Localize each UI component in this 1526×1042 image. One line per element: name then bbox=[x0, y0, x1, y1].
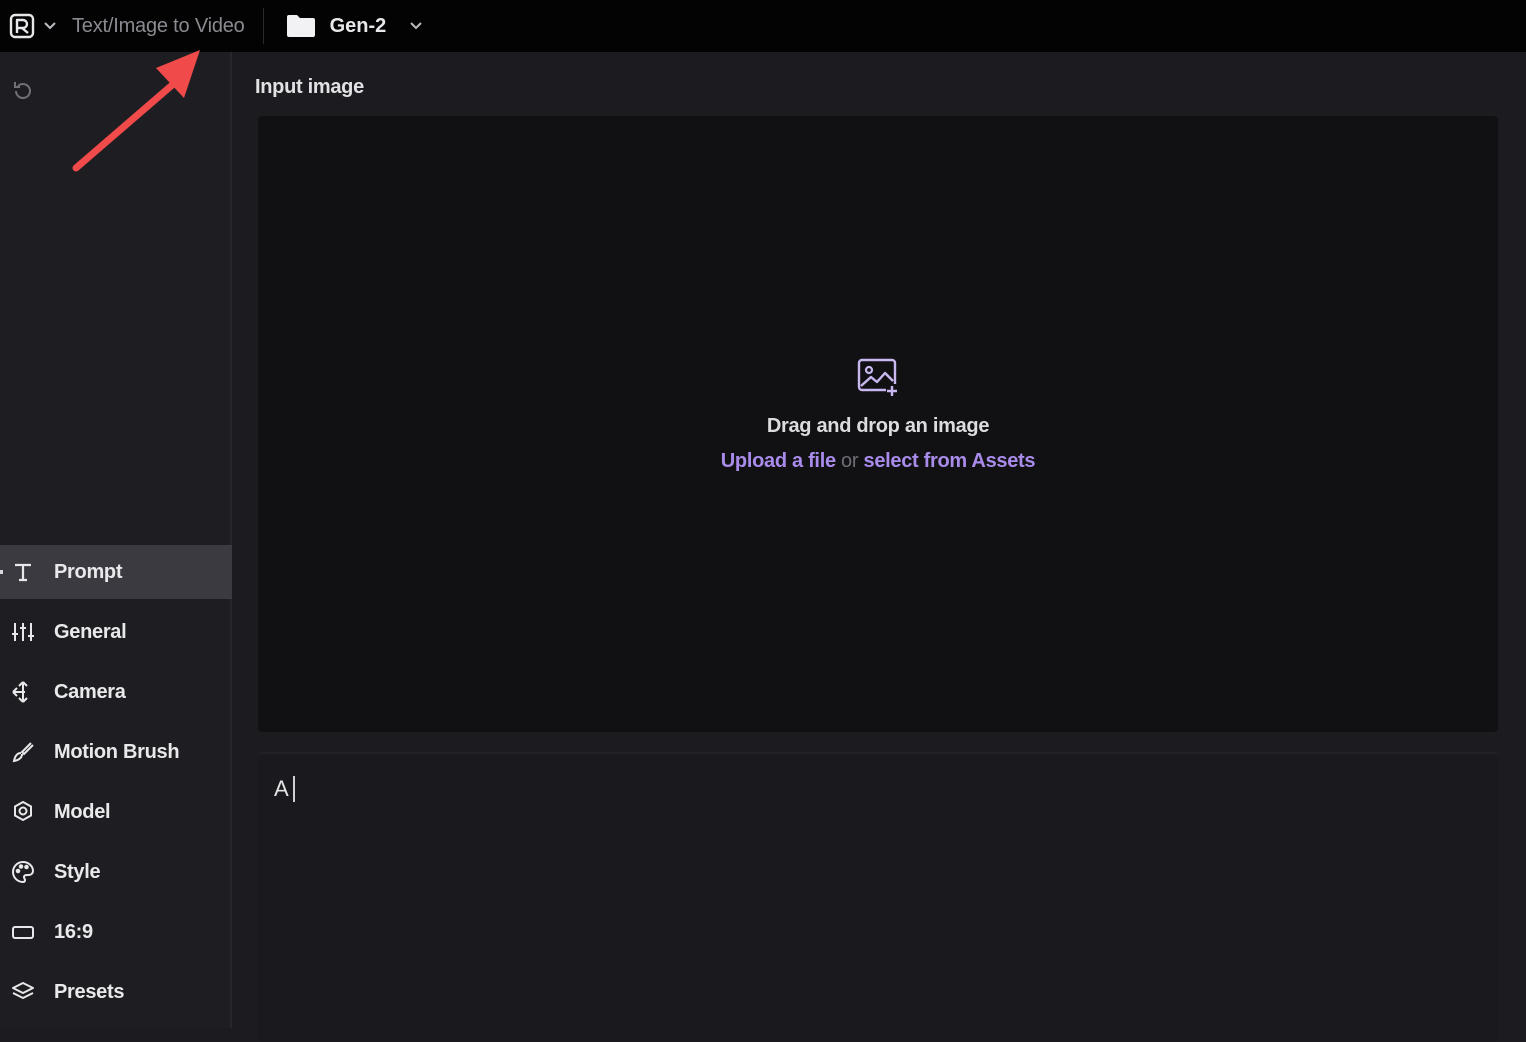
sliders-icon bbox=[10, 619, 36, 645]
folder-icon bbox=[286, 14, 316, 38]
text-caret bbox=[292, 776, 295, 802]
divider bbox=[262, 8, 264, 44]
text-icon bbox=[10, 559, 36, 585]
upload-file-link[interactable]: Upload a file bbox=[721, 450, 836, 472]
settings-nav: Prompt General Camera Motion Brush Model… bbox=[0, 545, 232, 1025]
runway-logo-icon bbox=[8, 12, 36, 40]
select-from-assets-link[interactable]: select from Assets bbox=[864, 450, 1036, 472]
sidebar-item-motion-brush[interactable]: Motion Brush bbox=[0, 725, 232, 779]
sidebar-item-general[interactable]: General bbox=[0, 605, 232, 659]
aspect-ratio-icon bbox=[10, 919, 36, 945]
sidebar: Prompt General Camera Motion Brush Model… bbox=[0, 52, 232, 1028]
image-dropzone[interactable]: Drag and drop an image Upload a file or … bbox=[258, 116, 1498, 732]
app-menu[interactable] bbox=[0, 0, 58, 52]
sidebar-item-model[interactable]: Model bbox=[0, 785, 232, 839]
sidebar-item-label: Style bbox=[54, 860, 101, 883]
sidebar-item-presets[interactable]: Presets bbox=[0, 965, 232, 1019]
chevron-down-icon bbox=[42, 18, 58, 34]
layers-icon bbox=[10, 979, 36, 1005]
main-panel: Input image Drag and drop an image Uploa… bbox=[234, 52, 1526, 1042]
image-add-icon bbox=[857, 358, 899, 396]
brush-icon bbox=[10, 739, 36, 765]
sidebar-item-label: Model bbox=[54, 800, 111, 823]
sidebar-item-style[interactable]: Style bbox=[0, 845, 232, 899]
camera-move-icon bbox=[10, 679, 36, 705]
sidebar-item-camera[interactable]: Camera bbox=[0, 665, 232, 719]
project-dropdown-chevron-icon[interactable] bbox=[408, 18, 424, 34]
palette-icon bbox=[10, 859, 36, 885]
sidebar-item-label: General bbox=[54, 620, 127, 643]
sidebar-item-label: Prompt bbox=[54, 560, 123, 583]
reset-icon[interactable] bbox=[10, 78, 36, 104]
sidebar-item-label: Camera bbox=[54, 680, 126, 703]
sidebar-item-label: 16:9 bbox=[54, 920, 93, 943]
sidebar-item-prompt[interactable]: Prompt bbox=[0, 545, 232, 599]
sidebar-item-aspect-ratio[interactable]: 16:9 bbox=[0, 905, 232, 959]
project-name[interactable]: Gen-2 bbox=[330, 15, 387, 38]
sidebar-item-label: Motion Brush bbox=[54, 740, 180, 763]
tool-title[interactable]: Text/Image to Video bbox=[72, 15, 245, 38]
prompt-text-wrap: A bbox=[274, 776, 295, 802]
model-icon bbox=[10, 799, 36, 825]
sidebar-item-label: Presets bbox=[54, 980, 125, 1003]
dropzone-title: Drag and drop an image bbox=[766, 415, 990, 437]
dropzone-links: Upload a file or select from Assets bbox=[721, 450, 1036, 473]
prompt-textarea[interactable]: A bbox=[258, 752, 1498, 1042]
input-image-label: Input image bbox=[255, 76, 364, 98]
or-text: or bbox=[841, 450, 859, 472]
prompt-value: A bbox=[274, 776, 289, 801]
top-bar: Text/Image to Video Gen-2 bbox=[0, 0, 1526, 52]
